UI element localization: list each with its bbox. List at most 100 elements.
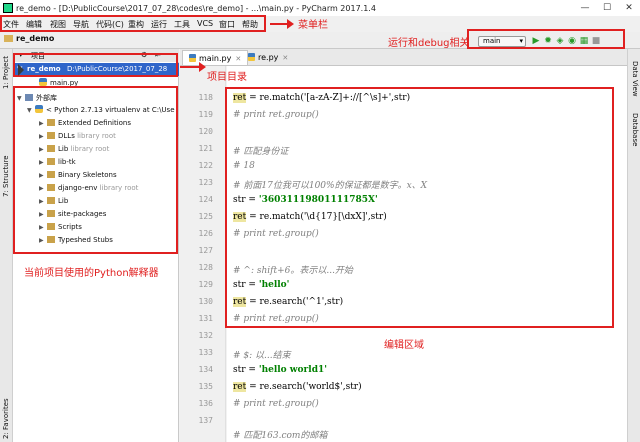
library-icon xyxy=(25,93,33,101)
menu-refactor[interactable]: 重构 xyxy=(128,19,144,30)
code-line: str = '36031119801111785X' xyxy=(233,195,378,205)
close-button[interactable]: ✕ xyxy=(618,0,640,16)
cursor-arrow-icon xyxy=(18,64,24,76)
folder-icon xyxy=(47,235,55,243)
collapsed-arrow-icon: ▶ xyxy=(39,211,44,218)
stop-icon[interactable]: ■ xyxy=(590,36,602,47)
menu-tools[interactable]: 工具 xyxy=(174,19,190,30)
collapsed-arrow-icon: ▶ xyxy=(39,237,44,244)
python-file-icon xyxy=(39,78,47,86)
tree-item-interpreter[interactable]: ▼ < Python 2.7.13 virtualenv at C:\Use xyxy=(27,105,175,119)
line-number: 130 xyxy=(198,297,213,306)
close-tab-icon[interactable]: ✕ xyxy=(282,54,288,62)
pycharm-window: re_demo - [D:\PublicCourse\2017_07_28\co… xyxy=(0,0,640,442)
code-line: ret = re.match('\d{17}[\dxX]',str) xyxy=(233,212,387,222)
data-view-tool-button[interactable]: Data View xyxy=(631,61,639,97)
line-number: 118 xyxy=(198,93,213,102)
tree-root-re-demo[interactable]: ▼ re_demo D:\PublicCourse\2017_07_28 xyxy=(13,63,179,76)
project-dir-annotation: 项目目录 xyxy=(207,72,247,83)
hide-panel-icon[interactable]: ⇤ xyxy=(155,51,161,59)
line-number: 121 xyxy=(198,144,213,153)
line-number: 131 xyxy=(198,314,213,323)
settings-icon[interactable]: ⚙ xyxy=(141,51,147,59)
maximize-button[interactable]: ☐ xyxy=(596,0,618,16)
menu-code[interactable]: 代码(C) xyxy=(96,19,124,30)
coverage-icon[interactable]: ◈ xyxy=(554,36,566,47)
menubar-arrow xyxy=(270,19,294,29)
tree-item-lib-tk[interactable]: ▶ lib-tk xyxy=(39,157,76,171)
collapsed-arrow-icon: ▶ xyxy=(39,146,44,153)
folder-icon xyxy=(47,196,55,204)
code-line: str = 'hello world1' xyxy=(233,365,328,375)
line-number: 127 xyxy=(198,246,213,255)
project-panel: ▾ 项目 ⚙ ⇤ ▼ re_demo D:\PublicCourse\2017_… xyxy=(13,49,179,442)
line-number: 126 xyxy=(198,229,213,238)
python-interpreter-icon xyxy=(35,105,43,113)
menu-window[interactable]: 窗口 xyxy=(219,19,235,30)
edit-area-annotation: 编辑区域 xyxy=(384,340,424,351)
concurrency-icon[interactable]: ▦ xyxy=(578,36,590,47)
menu-navigate[interactable]: 导航 xyxy=(73,19,89,30)
line-number: 133 xyxy=(198,348,213,357)
tree-item-dlls[interactable]: ▶ DLLs library root xyxy=(39,131,116,145)
folder-icon xyxy=(47,209,55,217)
project-root-path: D:\PublicCourse\2017_07_28 xyxy=(67,65,168,73)
breadcrumb[interactable]: re_demo xyxy=(4,34,54,43)
line-number: 137 xyxy=(198,416,213,425)
project-panel-header: ▾ 项目 ⚙ ⇤ xyxy=(13,49,179,62)
window-controls: — ☐ ✕ xyxy=(574,0,640,16)
tab-re-py[interactable]: re.py ✕ xyxy=(242,50,294,65)
panel-dropdown-icon[interactable]: ▾ xyxy=(19,51,23,59)
tree-item-site-packages[interactable]: ▶ site-packages xyxy=(39,209,106,223)
menu-help[interactable]: 帮助 xyxy=(242,19,258,30)
code-comment: # 匹配身份证 xyxy=(233,147,289,157)
tree-item-binary-skeletons[interactable]: ▶ Binary Skeletons xyxy=(39,170,117,184)
code-editor[interactable]: ret = re.match('[a-zA-Z]+://[^\s]+',str)… xyxy=(227,66,627,442)
python-file-icon xyxy=(189,53,196,62)
folder-icon xyxy=(47,222,55,230)
code-comment: # 前面17位我可以100%的保证都是数字。x、X xyxy=(233,181,428,191)
play-icon[interactable]: ▶ xyxy=(530,36,542,47)
tree-item-django-env[interactable]: ▶ django-env library root xyxy=(39,183,138,197)
menu-file[interactable]: 文件 xyxy=(3,19,19,30)
line-number: 123 xyxy=(198,178,213,187)
code-comment: # print ret.group() xyxy=(233,229,319,239)
line-number: 134 xyxy=(198,365,213,374)
favorites-tool-button[interactable]: 2: Favorites xyxy=(2,398,10,439)
line-number: 119 xyxy=(198,110,213,119)
menubar-annotation: 菜单栏 xyxy=(298,20,328,31)
tree-item-scripts[interactable]: ▶ Scripts xyxy=(39,222,82,236)
folder-icon xyxy=(47,157,55,165)
folder-icon xyxy=(47,144,55,152)
folder-icon xyxy=(47,183,55,191)
collapsed-arrow-icon: ▶ xyxy=(39,120,44,127)
tree-item-extended-definitions[interactable]: ▶ Extended Definitions xyxy=(39,118,131,132)
profile-icon[interactable]: ◉ xyxy=(566,36,578,47)
code-line: ret = re.search('^1',str) xyxy=(233,297,344,307)
line-number: 129 xyxy=(198,280,213,289)
run-config-select[interactable]: main xyxy=(478,35,526,47)
code-comment: # $: 以...结束 xyxy=(233,351,291,361)
tree-item-typeshed-stubs[interactable]: ▶ Typeshed Stubs xyxy=(39,235,113,249)
tree-item-lib[interactable]: ▶ Lib library root xyxy=(39,144,109,158)
bug-icon[interactable]: ✹ xyxy=(542,36,554,47)
line-number: 128 xyxy=(198,263,213,272)
close-tab-icon[interactable]: ✕ xyxy=(235,55,241,63)
right-tool-strip: Data View Database xyxy=(627,49,640,442)
menu-view[interactable]: 视图 xyxy=(50,19,66,30)
menu-vcs[interactable]: VCS xyxy=(197,19,213,28)
line-number: 124 xyxy=(198,195,213,204)
database-tool-button[interactable]: Database xyxy=(631,113,639,146)
menu-edit[interactable]: 编辑 xyxy=(26,19,42,30)
folder-icon xyxy=(47,131,55,139)
project-tool-button[interactable]: 1: Project xyxy=(2,56,10,89)
tree-item-lib-2[interactable]: ▶ Lib xyxy=(39,196,68,210)
minimize-button[interactable]: — xyxy=(574,0,596,16)
structure-tool-button[interactable]: 7: Structure xyxy=(2,155,10,197)
tab-main-py[interactable]: main.py ✕ xyxy=(182,50,249,65)
expand-arrow-icon: ▼ xyxy=(27,107,32,114)
code-comment: # print ret.group() xyxy=(233,399,319,409)
tree-item-main-py[interactable]: main.py xyxy=(39,78,78,92)
menu-run[interactable]: 运行 xyxy=(151,19,167,30)
line-number: 120 xyxy=(198,127,213,136)
